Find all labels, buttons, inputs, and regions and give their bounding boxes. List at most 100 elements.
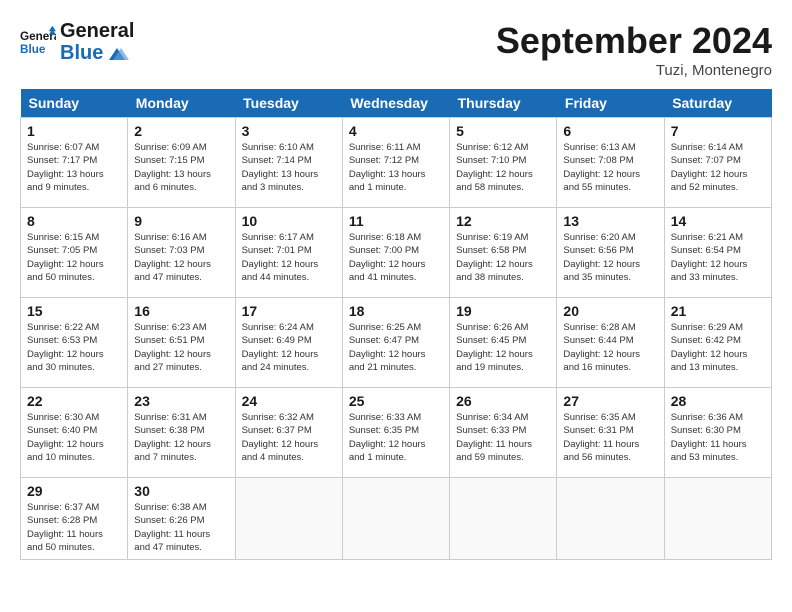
day-info: Sunrise: 6:30 AMSunset: 6:40 PMDaylight:… <box>27 411 121 464</box>
calendar-cell: 13 Sunrise: 6:20 AMSunset: 6:56 PMDayligh… <box>557 208 664 298</box>
col-header-sunday: Sunday <box>21 89 128 118</box>
day-info: Sunrise: 6:29 AMSunset: 6:42 PMDaylight:… <box>671 321 765 374</box>
day-number: 27 <box>563 393 657 409</box>
day-info: Sunrise: 6:09 AMSunset: 7:15 PMDaylight:… <box>134 141 228 194</box>
day-info: Sunrise: 6:12 AMSunset: 7:10 PMDaylight:… <box>456 141 550 194</box>
day-number: 3 <box>242 123 336 139</box>
calendar-cell: 22Sunrise: 6:30 AMSunset: 6:40 PMDayligh… <box>21 388 128 478</box>
day-info: Sunrise: 6:18 AMSunset: 7:00 PMDaylight:… <box>349 231 443 284</box>
calendar-cell: 20Sunrise: 6:28 AMSunset: 6:44 PMDayligh… <box>557 298 664 388</box>
calendar-cell: 9 Sunrise: 6:16 AMSunset: 7:03 PMDaylight… <box>128 208 235 298</box>
day-number: 10 <box>242 213 336 229</box>
col-header-tuesday: Tuesday <box>235 89 342 118</box>
day-info: Sunrise: 6:19 AMSunset: 6:58 PMDaylight:… <box>456 231 550 284</box>
day-info: Sunrise: 6:36 AMSunset: 6:30 PMDaylight:… <box>671 411 765 464</box>
col-header-monday: Monday <box>128 89 235 118</box>
calendar-cell: 26 Sunrise: 6:34 AMSunset: 6:33 PMDayligh… <box>450 388 557 478</box>
calendar-table: SundayMondayTuesdayWednesdayThursdayFrid… <box>20 89 772 560</box>
day-number: 23 <box>134 393 228 409</box>
col-header-saturday: Saturday <box>664 89 771 118</box>
calendar-cell: 28Sunrise: 6:36 AMSunset: 6:30 PMDayligh… <box>664 388 771 478</box>
day-info: Sunrise: 6:38 AMSunset: 6:26 PMDaylight:… <box>134 501 228 554</box>
day-number: 7 <box>671 123 765 139</box>
calendar-cell: 11 Sunrise: 6:18 AMSunset: 7:00 PMDayligh… <box>342 208 449 298</box>
day-number: 18 <box>349 303 443 319</box>
day-number: 29 <box>27 483 121 499</box>
month-title: September 2024 <box>496 20 772 62</box>
logo-icon: General Blue <box>20 24 56 60</box>
day-number: 16 <box>134 303 228 319</box>
calendar-cell: 19Sunrise: 6:26 AMSunset: 6:45 PMDayligh… <box>450 298 557 388</box>
title-area: September 2024 Tuzi, Montenegro <box>496 20 772 79</box>
day-info: Sunrise: 6:17 AMSunset: 7:01 PMDaylight:… <box>242 231 336 284</box>
day-info: Sunrise: 6:25 AMSunset: 6:47 PMDaylight:… <box>349 321 443 374</box>
day-number: 15 <box>27 303 121 319</box>
calendar-cell: 23 Sunrise: 6:31 AMSunset: 6:38 PMDayligh… <box>128 388 235 478</box>
calendar-cell: 14Sunrise: 6:21 AMSunset: 6:54 PMDayligh… <box>664 208 771 298</box>
day-info: Sunrise: 6:14 AMSunset: 7:07 PMDaylight:… <box>671 141 765 194</box>
calendar-cell: 29 Sunrise: 6:37 AMSunset: 6:28 PMDayligh… <box>21 478 128 560</box>
calendar-cell: 15Sunrise: 6:22 AMSunset: 6:53 PMDayligh… <box>21 298 128 388</box>
calendar-cell <box>450 478 557 560</box>
day-number: 12 <box>456 213 550 229</box>
day-number: 24 <box>242 393 336 409</box>
week-row-1: 1Sunrise: 6:07 AMSunset: 7:17 PMDaylight… <box>21 118 772 208</box>
day-info: Sunrise: 6:37 AMSunset: 6:28 PMDaylight:… <box>27 501 121 554</box>
day-number: 11 <box>349 213 443 229</box>
day-info: Sunrise: 6:10 AMSunset: 7:14 PMDaylight:… <box>242 141 336 194</box>
calendar-cell: 25 Sunrise: 6:33 AMSunset: 6:35 PMDayligh… <box>342 388 449 478</box>
calendar-cell: 18 Sunrise: 6:25 AMSunset: 6:47 PMDayligh… <box>342 298 449 388</box>
day-number: 14 <box>671 213 765 229</box>
location-subtitle: Tuzi, Montenegro <box>496 62 772 79</box>
day-number: 9 <box>134 213 228 229</box>
calendar-cell: 12 Sunrise: 6:19 AMSunset: 6:58 PMDayligh… <box>450 208 557 298</box>
logo: General Blue General Blue <box>20 20 134 64</box>
day-number: 30 <box>134 483 228 499</box>
calendar-cell: 21 Sunrise: 6:29 AMSunset: 6:42 PMDayligh… <box>664 298 771 388</box>
calendar-cell: 3 Sunrise: 6:10 AMSunset: 7:14 PMDaylight… <box>235 118 342 208</box>
logo-blue-text: Blue <box>60 42 134 64</box>
calendar-cell: 24Sunrise: 6:32 AMSunset: 6:37 PMDayligh… <box>235 388 342 478</box>
calendar-cell: 27Sunrise: 6:35 AMSunset: 6:31 PMDayligh… <box>557 388 664 478</box>
day-number: 25 <box>349 393 443 409</box>
day-info: Sunrise: 6:11 AMSunset: 7:12 PMDaylight:… <box>349 141 443 194</box>
calendar-cell: 7 Sunrise: 6:14 AMSunset: 7:07 PMDaylight… <box>664 118 771 208</box>
col-header-thursday: Thursday <box>450 89 557 118</box>
day-info: Sunrise: 6:31 AMSunset: 6:38 PMDaylight:… <box>134 411 228 464</box>
calendar-cell: 2 Sunrise: 6:09 AMSunset: 7:15 PMDaylight… <box>128 118 235 208</box>
col-header-friday: Friday <box>557 89 664 118</box>
week-row-3: 15Sunrise: 6:22 AMSunset: 6:53 PMDayligh… <box>21 298 772 388</box>
calendar-cell <box>557 478 664 560</box>
calendar-cell: 5Sunrise: 6:12 AMSunset: 7:10 PMDaylight… <box>450 118 557 208</box>
day-info: Sunrise: 6:16 AMSunset: 7:03 PMDaylight:… <box>134 231 228 284</box>
calendar-cell: 30 Sunrise: 6:38 AMSunset: 6:26 PMDayligh… <box>128 478 235 560</box>
col-header-wednesday: Wednesday <box>342 89 449 118</box>
day-info: Sunrise: 6:34 AMSunset: 6:33 PMDaylight:… <box>456 411 550 464</box>
day-info: Sunrise: 6:24 AMSunset: 6:49 PMDaylight:… <box>242 321 336 374</box>
header-row: SundayMondayTuesdayWednesdayThursdayFrid… <box>21 89 772 118</box>
day-number: 6 <box>563 123 657 139</box>
day-number: 17 <box>242 303 336 319</box>
calendar-cell: 10 Sunrise: 6:17 AMSunset: 7:01 PMDayligh… <box>235 208 342 298</box>
day-number: 13 <box>563 213 657 229</box>
calendar-cell <box>235 478 342 560</box>
day-info: Sunrise: 6:26 AMSunset: 6:45 PMDaylight:… <box>456 321 550 374</box>
day-info: Sunrise: 6:15 AMSunset: 7:05 PMDaylight:… <box>27 231 121 284</box>
day-number: 21 <box>671 303 765 319</box>
week-row-2: 8Sunrise: 6:15 AMSunset: 7:05 PMDaylight… <box>21 208 772 298</box>
week-row-4: 22Sunrise: 6:30 AMSunset: 6:40 PMDayligh… <box>21 388 772 478</box>
day-info: Sunrise: 6:23 AMSunset: 6:51 PMDaylight:… <box>134 321 228 374</box>
calendar-cell: 1Sunrise: 6:07 AMSunset: 7:17 PMDaylight… <box>21 118 128 208</box>
calendar-cell <box>342 478 449 560</box>
day-info: Sunrise: 6:13 AMSunset: 7:08 PMDaylight:… <box>563 141 657 194</box>
calendar-cell: 17 Sunrise: 6:24 AMSunset: 6:49 PMDayligh… <box>235 298 342 388</box>
calendar-cell <box>664 478 771 560</box>
day-info: Sunrise: 6:28 AMSunset: 6:44 PMDaylight:… <box>563 321 657 374</box>
day-number: 26 <box>456 393 550 409</box>
svg-text:Blue: Blue <box>20 43 46 56</box>
calendar-cell: 6 Sunrise: 6:13 AMSunset: 7:08 PMDaylight… <box>557 118 664 208</box>
day-info: Sunrise: 6:20 AMSunset: 6:56 PMDaylight:… <box>563 231 657 284</box>
day-number: 2 <box>134 123 228 139</box>
day-number: 4 <box>349 123 443 139</box>
day-info: Sunrise: 6:33 AMSunset: 6:35 PMDaylight:… <box>349 411 443 464</box>
